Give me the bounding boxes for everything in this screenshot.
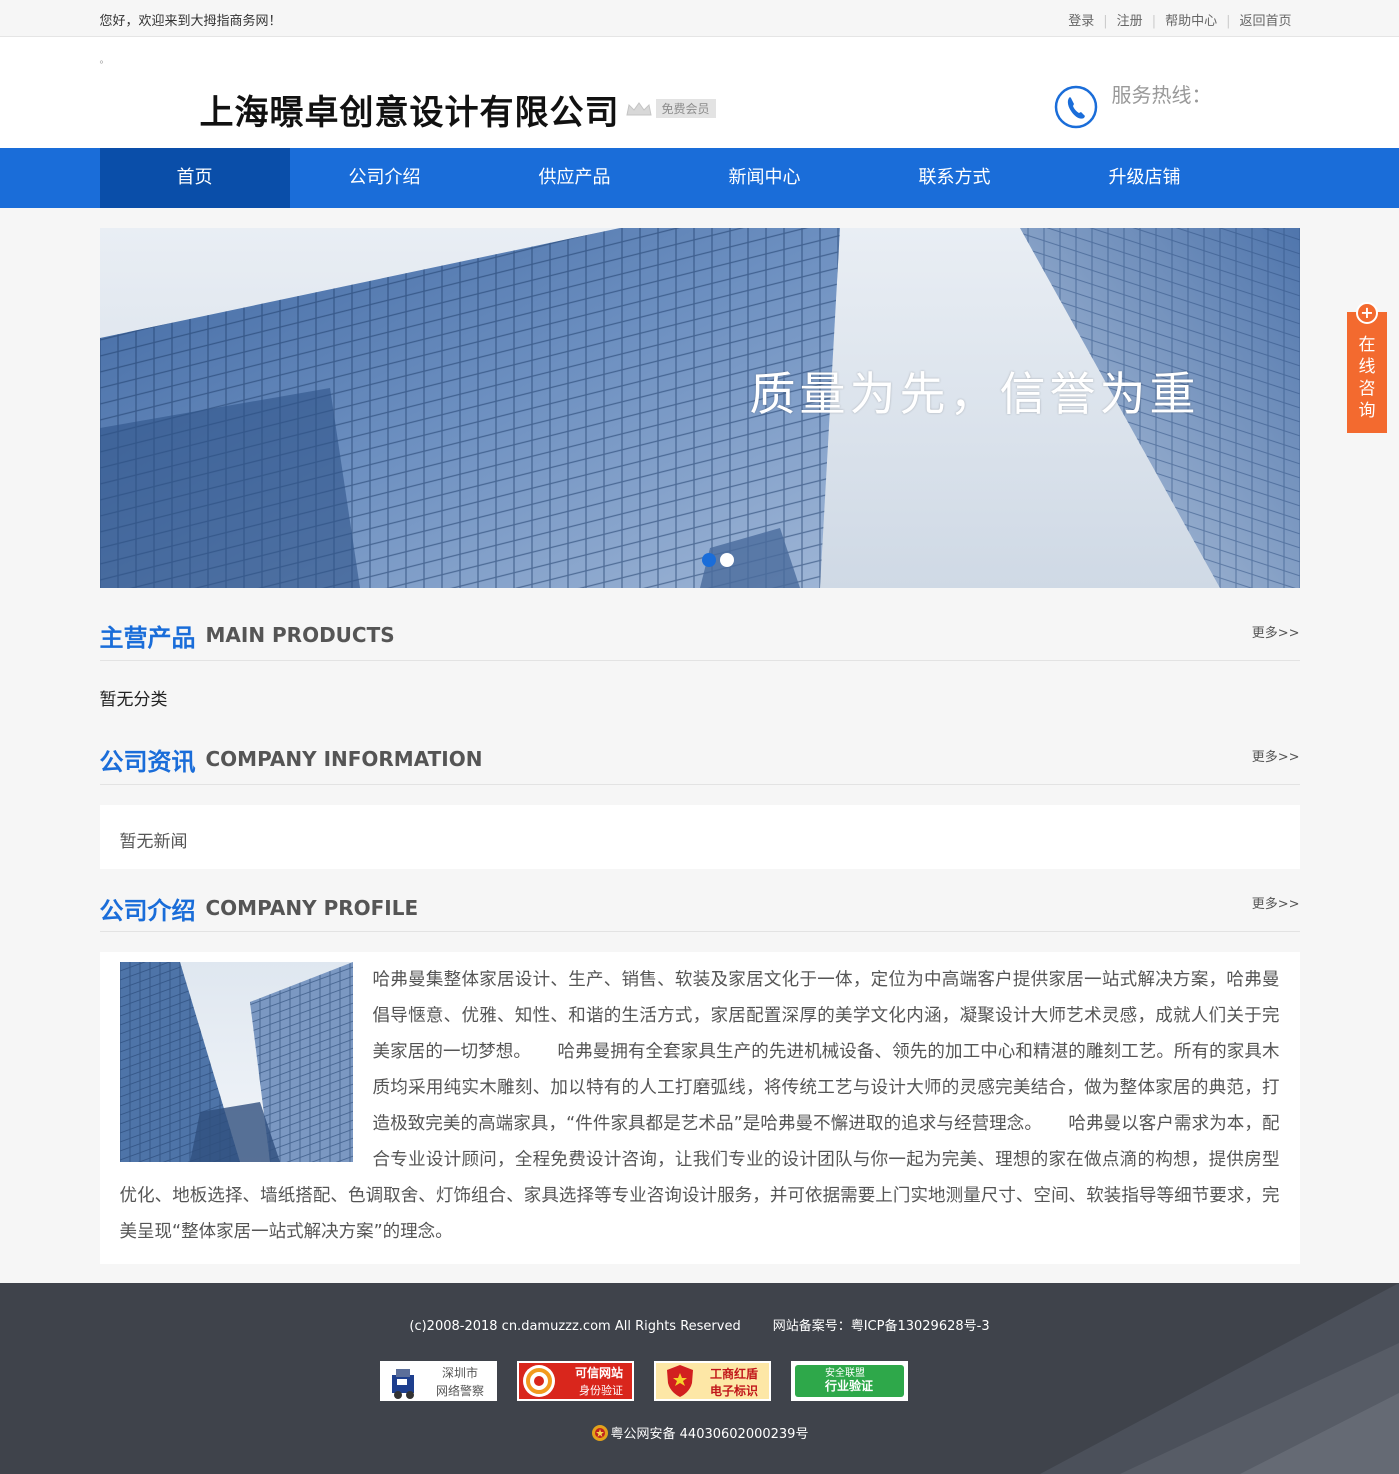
news-more-link[interactable]: 更多>> [1252,746,1300,765]
crown-icon [625,101,652,115]
nav-item-home[interactable]: 首页 [99,148,290,208]
news-list: 暂无新闻 [99,805,1300,869]
consult-label-text: 在线咨询 [1358,335,1376,421]
section-header-products: 主营产品 MAIN PRODUCTS 更多>> [99,588,1300,661]
slider-dot-1[interactable] [701,553,716,567]
news-empty-text: 暂无新闻 [119,832,188,852]
banner-slogan: 质量为先，信誉为重 [749,367,1200,421]
member-badge-label: 免费会员 [655,99,716,118]
badge-line1: 可信网站 [575,1366,624,1380]
badge-trusted-site[interactable]: 可信网站 身份验证 [517,1361,634,1401]
login-link[interactable]: 登录 [1068,14,1094,29]
section-title-en: COMPANY PROFILE [205,896,419,920]
section-title-cn: 主营产品 [99,624,196,652]
hotline-label: 服务热线： [1111,83,1212,107]
help-center-link[interactable]: 帮助中心 [1165,14,1217,29]
section-header-profile: 公司介绍 COMPANY PROFILE 更多>> [99,869,1300,932]
copyright-text: (c)2008-2018 cn.damuzzz.com All Rights R… [409,1319,741,1334]
plus-icon: + [1356,302,1378,324]
back-home-link[interactable]: 返回首页 [1239,14,1291,29]
slider-dot-2[interactable] [719,553,734,567]
police-record[interactable]: 粤公网安备 44030602000239号 [0,1423,1399,1442]
badge-security-alliance[interactable]: 安全联盟 行业验证 [791,1361,908,1401]
site-footer: (c)2008-2018 cn.damuzzz.com All Rights R… [0,1283,1399,1474]
trust-badges: 深圳市 网络警察 可信网站 身份验证 工商红盾 电子标识 安全联盟 行业验证 [380,1361,928,1401]
police-badge-icon [392,1369,414,1399]
site-header: 。 上海暻卓创意设计有限公司 免费会员 服务热线： [0,37,1399,148]
section-title-cn: 公司介绍 [99,897,196,925]
welcome-text: 您好，欢迎来到大拇指商务网！ [99,14,282,29]
top-bar: 您好，欢迎来到大拇指商务网！ 登录 | 注册 | 帮助中心 | 返回首页 [0,0,1399,37]
footer-copyright: (c)2008-2018 cn.damuzzz.com All Rights R… [0,1315,1399,1334]
consult-label: 在线咨询 [1347,334,1387,422]
top-links: 登录 | 注册 | 帮助中心 | 返回首页 [1068,14,1292,29]
company-profile: 哈弗曼集整体家居设计、生产、销售、软装及家居文化于一体，定位为中高端客户提供家居… [99,952,1300,1264]
profile-image [119,962,353,1162]
online-consult-button[interactable]: + 在线咨询 [1347,302,1387,433]
logo-placeholder: 。 [99,55,110,66]
trusted-site-icon [523,1365,555,1397]
company-name[interactable]: 上海暻卓创意设计有限公司 [200,85,620,134]
phone-icon [1054,85,1097,129]
badge-line2: 电子标识 [710,1384,759,1398]
member-badge: 免费会员 [624,99,716,118]
nav-item-products[interactable]: 供应产品 [480,148,670,208]
main-nav: 首页 公司介绍 供应产品 新闻中心 联系方式 升级店铺 [0,148,1399,208]
nav-item-about[interactable]: 公司介绍 [290,148,480,208]
products-empty-text: 暂无分类 [99,690,168,710]
badge-red-shield[interactable]: 工商红盾 电子标识 [654,1361,771,1401]
badge-line1: 工商红盾 [710,1367,759,1381]
profile-more-link[interactable]: 更多>> [1252,893,1300,912]
red-shield-icon [667,1365,693,1397]
nav-item-news[interactable]: 新闻中心 [670,148,860,208]
nav-item-contact[interactable]: 联系方式 [860,148,1050,208]
section-title-en: COMPANY INFORMATION [205,747,483,771]
badge-line2: 行业验证 [825,1379,874,1393]
main-content: 主营产品 MAIN PRODUCTS 更多>> 暂无分类 公司资讯 COMPAN… [99,588,1300,1264]
icp-record[interactable]: 网站备案号：粤ICP备13029628号-3 [773,1319,990,1334]
slider-dots [701,553,738,567]
banner-slider[interactable]: 质量为先，信誉为重 [99,228,1300,588]
police-emblem-icon [591,1425,608,1441]
badge-line1: 深圳市 [442,1366,479,1380]
register-link[interactable]: 注册 [1117,14,1143,29]
section-title-cn: 公司资讯 [99,748,196,776]
police-record-text: 粤公网安备 44030602000239号 [610,1427,809,1442]
badge-line2: 身份验证 [579,1384,623,1397]
badge-line2: 网络警察 [436,1384,485,1398]
section-title-en: MAIN PRODUCTS [205,623,395,647]
nav-item-upgrade[interactable]: 升级店铺 [1050,148,1240,208]
products-more-link[interactable]: 更多>> [1252,622,1300,641]
section-header-news: 公司资讯 COMPANY INFORMATION 更多>> [99,736,1300,785]
badge-cyber-police[interactable]: 深圳市 网络警察 [380,1361,497,1401]
